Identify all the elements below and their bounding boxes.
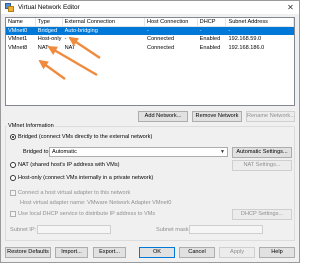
add-network-button[interactable]: Add Network...	[138, 111, 188, 122]
bridged-to-value: Automatic	[52, 149, 77, 155]
restore-defaults-button[interactable]: Restore Defaults	[5, 247, 51, 258]
title-bar: Virtual Network Editor ✕	[1, 1, 299, 14]
bridged-to-label: Bridged to:	[23, 149, 51, 155]
bridged-to-select[interactable]: Automatic ▼	[49, 147, 228, 157]
column-header-host-connection[interactable]: Host Connection	[145, 18, 198, 26]
nat-radio[interactable]: NAT (shared host's IP address with VMs)	[10, 162, 119, 168]
host-adapter-name-label: Host virtual adapter name: VMware Networ…	[20, 200, 172, 206]
cell-host: Connected	[147, 44, 175, 51]
use-dhcp-label: Use local DHCP service to distribute IP …	[18, 211, 156, 217]
checkbox-box	[10, 211, 16, 217]
cell-dhcp: Enabled	[199, 44, 221, 51]
ok-button[interactable]: OK	[139, 247, 175, 258]
cell-external: -	[64, 36, 67, 43]
cancel-button[interactable]: Cancel	[179, 247, 215, 258]
nat-settings-button[interactable]: NAT Settings...	[232, 160, 292, 171]
radio-dot	[10, 162, 16, 168]
nat-radio-label: NAT (shared host's IP address with VMs)	[18, 162, 120, 168]
radio-dot	[10, 134, 16, 140]
cell-type: NAT	[37, 44, 49, 51]
connect-host-adapter-checkbox[interactable]: Connect a host virtual adapter to this n…	[10, 190, 130, 196]
table-row-vmnet0[interactable]: VMnet0 Bridged Auto-bridging - - -	[6, 27, 294, 36]
use-dhcp-checkbox[interactable]: Use local DHCP service to distribute IP …	[10, 211, 155, 217]
cell-dhcp: -	[199, 28, 202, 34]
cell-subnet: 192.168.186.0	[228, 44, 265, 51]
cell-name: VMnet8	[8, 44, 28, 51]
vmnet-information-title: VMnet Information	[7, 123, 55, 129]
host-only-radio[interactable]: Host-only (connect VMs internally in a p…	[10, 175, 153, 181]
remove-network-button[interactable]: Remove Network	[192, 111, 242, 122]
column-header-type[interactable]: Type	[36, 18, 63, 26]
cell-dhcp: Enabled	[199, 36, 221, 43]
table-row-vmnet1[interactable]: VMnet1 Host-only - Connected Enabled 192…	[6, 35, 294, 43]
cell-host: Connected	[147, 36, 175, 43]
subnet-ip-input[interactable]	[37, 225, 111, 234]
cell-external: NAT	[64, 44, 76, 51]
connect-host-adapter-label: Connect a host virtual adapter to this n…	[18, 190, 131, 196]
column-header-subnet-address[interactable]: Subnet Address	[226, 18, 294, 26]
apply-button[interactable]: Apply	[219, 247, 255, 258]
cell-external: Auto-bridging	[64, 28, 98, 34]
dhcp-settings-button[interactable]: DHCP Settings...	[232, 209, 292, 220]
import-button[interactable]: Import...	[55, 247, 88, 258]
table-row-vmnet8[interactable]: VMnet8 NAT NAT Connected Enabled 192.168…	[6, 44, 294, 52]
subnet-mask-input[interactable]	[189, 225, 263, 234]
cell-type: Host-only	[37, 36, 62, 43]
vmware-app-icon	[5, 3, 14, 12]
chevron-down-icon: ▼	[220, 149, 225, 155]
cell-subnet: -	[228, 28, 231, 34]
cell-name: VMnet1	[8, 36, 28, 43]
virtual-network-editor-window: Virtual Network Editor ✕ Name Type Exter…	[0, 0, 300, 263]
subnet-mask-label: Subnet mask:	[156, 227, 191, 233]
vmnet-information-group	[5, 126, 295, 241]
checkbox-box	[10, 190, 16, 196]
column-header-dhcp[interactable]: DHCP	[198, 18, 227, 26]
subnet-ip-label: Subnet IP:	[10, 227, 37, 233]
column-header-external-connection[interactable]: External Connection	[63, 18, 146, 26]
cell-name: VMnet0	[8, 28, 28, 34]
rename-network-button[interactable]: Rename Network...	[246, 111, 295, 122]
table-header: Name Type External Connection Host Conne…	[6, 18, 294, 27]
host-only-radio-label: Host-only (connect VMs internally in a p…	[18, 175, 154, 181]
cell-type: Bridged	[37, 28, 58, 34]
cell-subnet: 192.168.59.0	[228, 36, 262, 43]
column-header-name[interactable]: Name	[6, 18, 36, 26]
bridged-radio[interactable]: Bridged (connect VMs directly to the ext…	[10, 134, 152, 140]
export-button[interactable]: Export...	[93, 247, 126, 258]
close-icon[interactable]: ✕	[286, 3, 295, 12]
bridged-radio-label: Bridged (connect VMs directly to the ext…	[18, 134, 153, 140]
automatic-settings-button[interactable]: Automatic Settings...	[232, 147, 292, 158]
help-button[interactable]: Help	[259, 247, 295, 258]
radio-dot	[10, 175, 16, 181]
vmnet-table[interactable]: Name Type External Connection Host Conne…	[5, 17, 295, 106]
cell-host: -	[147, 28, 149, 34]
window-title: Virtual Network Editor	[18, 4, 80, 11]
